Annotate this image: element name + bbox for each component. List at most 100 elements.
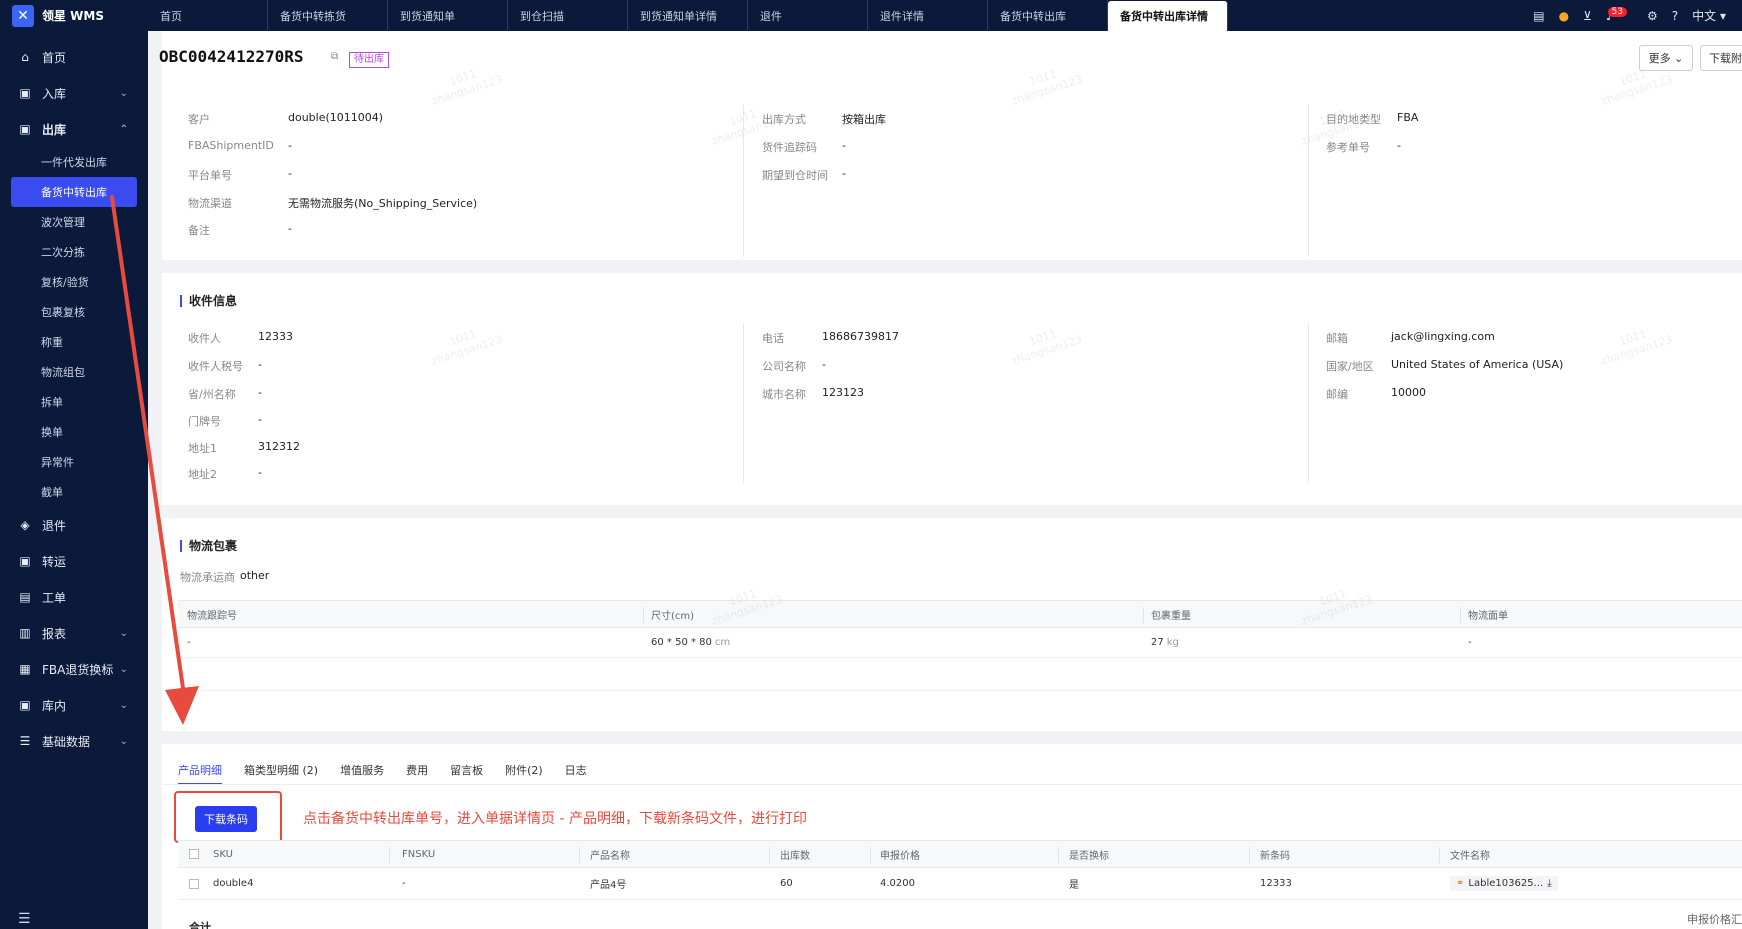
sidebar-sub-weigh[interactable]: 称重	[0, 327, 148, 357]
sidebar-item-workorder[interactable]: ▤ 工单	[0, 579, 148, 615]
tab-attachments[interactable]: 附件(2)	[505, 762, 543, 785]
chevron-down-icon: ⌄	[119, 663, 128, 675]
tab-message-board[interactable]: 留言板	[450, 762, 483, 785]
sidebar-item-home[interactable]: ⌂ 首页	[0, 39, 148, 75]
sidebar-sub-package-review[interactable]: 包裹复核	[0, 297, 148, 327]
row-checkbox[interactable]	[189, 878, 199, 889]
tab-arrival-scan[interactable]: 到仓扫描	[508, 0, 628, 31]
sidebar-sub-wave[interactable]: 波次管理	[0, 207, 148, 237]
sidebar-item-fba[interactable]: ▦ FBA退货换标 ⌄	[0, 651, 148, 687]
workorder-icon: ▤	[19, 590, 31, 604]
field-eta: 期望到仓时间 -	[762, 167, 846, 182]
download-file-icon[interactable]: ⤓	[1547, 878, 1551, 889]
tab-transfer-picking[interactable]: 备货中转拣货	[268, 0, 388, 31]
chevron-up-icon: ⌃	[119, 123, 128, 135]
col-relabel: 是否换标	[1069, 850, 1109, 862]
col-qty: 出库数	[780, 850, 810, 862]
field-remark: 备注 -	[188, 222, 292, 237]
file-chip[interactable]: ⚭ Lable103625... ⤓	[1450, 876, 1558, 891]
tab-product-detail[interactable]: 产品明细	[178, 762, 222, 785]
field-zip: 邮编 10000	[1326, 386, 1426, 401]
column-divider	[743, 323, 744, 483]
field-door-no: 门牌号 -	[188, 413, 262, 428]
sidebar-item-inventory[interactable]: ▣ 库内 ⌄	[0, 687, 148, 723]
tab-value-added[interactable]: 增值服务	[340, 762, 384, 785]
tab-transfer-outbound[interactable]: 备货中转出库	[988, 0, 1108, 31]
order-number: OBC0042412270RS	[159, 47, 304, 66]
sidebar-item-outbound[interactable]: ▣ 出库 ⌃	[0, 111, 148, 147]
sidebar-sub-review[interactable]: 复核/验货	[0, 267, 148, 297]
tab-arrival-notice-detail[interactable]: 到货通知单详情	[628, 0, 748, 31]
tab-log[interactable]: 日志	[565, 762, 587, 785]
bell-icon[interactable]: ♪53	[1606, 6, 1633, 23]
sidebar-item-basedata[interactable]: ☰ 基础数据 ⌄	[0, 723, 148, 759]
sidebar-sub-sort[interactable]: 二次分拣	[0, 237, 148, 267]
col-weight: 包裹重量	[1151, 610, 1191, 622]
column-divider	[743, 105, 744, 257]
tab-returns[interactable]: 退件	[748, 0, 868, 31]
cell-tracking-no: -	[187, 637, 191, 648]
field-channel: 物流渠道 无需物流服务(No_Shipping_Service)	[188, 197, 478, 210]
language-select[interactable]: 中文 ▾	[1692, 7, 1726, 24]
collapse-menu-icon[interactable]: ☰	[18, 911, 31, 927]
sidebar-item-transfer[interactable]: ▣ 转运	[0, 543, 148, 579]
page-tabs: 首页 备货中转拣货 到货通知单 到仓扫描 到货通知单详情 退件 退件详情 备货中…	[148, 0, 1228, 31]
more-button[interactable]: 更多 ⌄	[1639, 45, 1693, 71]
copy-icon[interactable]: ⧉	[331, 51, 338, 62]
sidebar-item-returns[interactable]: ◈ 退件	[0, 507, 148, 543]
col-file-name: 文件名称	[1450, 850, 1490, 862]
print-icon[interactable]: ▤	[1533, 9, 1544, 23]
logo-icon: ✕	[12, 4, 34, 27]
chevron-down-icon: ⌄	[119, 87, 128, 99]
app-name: 领星 WMS	[42, 9, 104, 23]
sidebar-sub-swap[interactable]: 换单	[0, 417, 148, 447]
tab-return-detail[interactable]: 退件详情	[868, 0, 988, 31]
tab-arrival-notice[interactable]: 到货通知单	[388, 0, 508, 31]
tab-box-type-detail[interactable]: 箱类型明细 (2)	[244, 762, 318, 785]
help-icon[interactable]: ?	[1672, 9, 1678, 23]
tab-transfer-outbound-detail[interactable]: 备货中转出库详情	[1108, 1, 1228, 31]
chevron-down-icon: ⌄	[119, 699, 128, 711]
field-fba-id: FBAShipmentID -	[188, 139, 292, 152]
main-content: OBC0042412270RS ⧉ 待出库 更多 ⌄ 下载附件 客户double…	[148, 31, 1742, 929]
col-fnsku: FNSKU	[402, 848, 436, 860]
field-company: 公司名称 -	[762, 358, 826, 373]
sidebar-sub-transfer-outbound[interactable]: 备货中转出库	[11, 177, 137, 207]
app-logo[interactable]: ✕ 领星 WMS	[0, 0, 148, 31]
link-icon: ⚭	[1456, 878, 1465, 889]
outbound-icon: ▣	[19, 122, 31, 136]
field-carrier: 物流承运商 other	[180, 569, 270, 584]
sidebar-sub-intercept[interactable]: 截单	[0, 477, 148, 507]
download-attachment-button[interactable]: 下载附件	[1700, 45, 1742, 71]
field-receiver-name: 收件人 12333	[188, 330, 293, 345]
fba-icon: ▦	[19, 662, 31, 676]
sidebar-sub-exception[interactable]: 异常件	[0, 447, 148, 477]
sidebar: ⌂ 首页 ▣ 入库 ⌄ ▣ 出库 ⌃ 一件代发出库 备货中转出库 波次管理 二次分拣 复核…	[0, 31, 148, 929]
col-product-name: 产品名称	[590, 850, 630, 862]
download-barcode-button[interactable]: 下载条码	[195, 806, 257, 832]
chevron-down-icon: ⌄	[119, 735, 128, 747]
annotation-text: 点击备货中转出库单号，进入单据详情页 - 产品明细，下载新条码文件，进行打印	[303, 811, 807, 827]
col-sku: SKU	[213, 848, 233, 860]
cell-price: 4.0200	[880, 878, 915, 889]
sidebar-item-report[interactable]: ▥ 报表 ⌄	[0, 615, 148, 651]
detail-tabs: 产品明细 箱类型明细 (2) 增值服务 费用 留言板 附件(2) 日志	[178, 762, 587, 785]
download-icon[interactable]: ⊻	[1583, 9, 1592, 23]
logistics-table-header: 物流跟踪号 尺寸(cm) 包裹重量 物流面单	[178, 600, 1742, 628]
sidebar-item-inbound[interactable]: ▣ 入库 ⌄	[0, 75, 148, 111]
sidebar-sub-pack[interactable]: 物流组包	[0, 357, 148, 387]
inbound-icon: ▣	[19, 86, 31, 100]
total-price-summary: 申报价格汇	[1687, 913, 1742, 926]
avatar-icon[interactable]: ●	[1559, 9, 1569, 23]
cell-product-name: 产品4号	[590, 880, 627, 891]
tab-fees[interactable]: 费用	[406, 762, 428, 785]
field-phone: 电话 18686739817	[762, 330, 899, 345]
total-label: 合计	[189, 921, 211, 929]
field-state: 省/州名称 -	[188, 386, 262, 401]
select-all-checkbox[interactable]	[189, 849, 199, 859]
sidebar-sub-split[interactable]: 拆单	[0, 387, 148, 417]
tab-home[interactable]: 首页	[148, 0, 268, 31]
sidebar-sub-dropship[interactable]: 一件代发出库	[0, 147, 148, 177]
settings-icon[interactable]: ⚙	[1647, 9, 1658, 23]
logistics-card: 物流包裹 物流承运商 other 物流跟踪号 尺寸(cm) 包裹重量 物流面单 -…	[162, 518, 1742, 731]
